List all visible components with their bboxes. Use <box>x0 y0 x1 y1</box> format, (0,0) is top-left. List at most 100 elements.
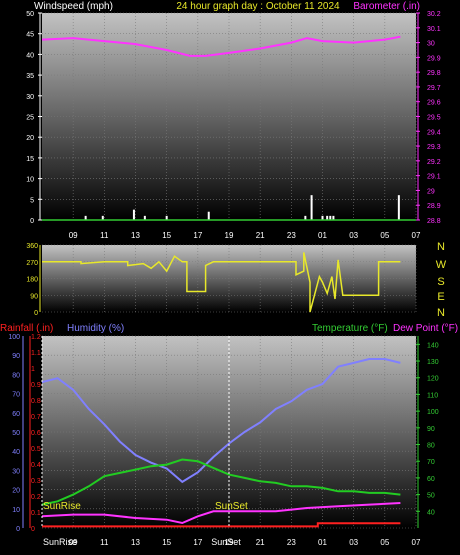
baro-tick-label: 29.2 <box>427 159 441 166</box>
x-tick-label: 17 <box>193 231 202 240</box>
x-tick-label: 19 <box>225 538 234 547</box>
x-tick-label: 13 <box>131 538 140 547</box>
temperature-tick-label: 120 <box>427 376 439 383</box>
x-tick-label: 11 <box>100 538 109 547</box>
wind-tick-label: 45 <box>26 32 34 39</box>
temperature-tick-label: 140 <box>427 342 439 349</box>
barometer-axis: 28.8 28.9 29 29.1 29.2 29.3 29.4 29.5 29.6 29.7 29… <box>416 11 441 225</box>
baro-tick-label: 30.1 <box>427 26 441 33</box>
x-tick-label: 09 <box>69 231 78 240</box>
windspeed-axis: 0 5 10 15 20 25 30 35 40 45 50 <box>26 11 42 225</box>
humidity-tick-label: 50 <box>12 430 20 437</box>
compass-s: S <box>437 276 444 288</box>
baro-tick-label: 29.4 <box>427 129 441 136</box>
x-tick-label: 01 <box>318 231 327 240</box>
baro-tick-label: 29.9 <box>427 55 441 62</box>
direction-tick-label: 0 <box>34 310 38 317</box>
x-tick-label: 15 <box>162 231 171 240</box>
baro-tick-label: 29.8 <box>427 70 441 77</box>
wind-tick-label: 20 <box>26 135 34 142</box>
chart-title: 24 hour graph day : October 11 2024 <box>176 1 340 12</box>
humidity-tick-label: 60 <box>12 411 20 418</box>
windspeed-title: Windspeed (mph) <box>34 1 113 12</box>
humidity-tick-label: 20 <box>12 488 20 495</box>
temperature-axis: 40 50 60 70 80 90 100 110 120 130 140 <box>416 336 439 528</box>
wind-bar <box>132 209 135 220</box>
x-tick-label: 01 <box>318 538 327 547</box>
baro-tick-label: 29.3 <box>427 144 441 151</box>
humidity-tick-label: 80 <box>12 372 20 379</box>
x-tick-label: 07 <box>412 231 421 240</box>
dewpoint-title: Dew Point (°F) <box>393 323 458 334</box>
wind-tick-label: 50 <box>26 11 34 18</box>
temperature-title: Temperature (°F) <box>312 323 388 334</box>
baro-tick-label: 29.1 <box>427 174 441 181</box>
rainfall-tick-label: 0.7 <box>31 414 41 421</box>
rainfall-tick-label: 0.9 <box>31 382 41 389</box>
humidity-tick-label: 40 <box>12 449 20 456</box>
x-tick-label: 15 <box>162 538 171 547</box>
rainfall-tick-label: 1.2 <box>31 334 41 341</box>
x-tick-label: 21 <box>256 538 265 547</box>
wind-tick-label: 15 <box>26 156 34 163</box>
x-tick-label: 11 <box>100 231 109 240</box>
x-tick-label: 03 <box>349 538 358 547</box>
rainfall-tick-label: 0.2 <box>31 494 41 501</box>
baro-tick-label: 29.6 <box>427 100 441 107</box>
temperature-tick-label: 130 <box>427 359 439 366</box>
wind-bar <box>397 195 400 220</box>
humidity-tick-label: 10 <box>12 507 20 514</box>
rainfall-tick-label: 1.1 <box>31 350 41 357</box>
x-tick-label: 03 <box>349 231 358 240</box>
wind-tick-label: 35 <box>26 73 34 80</box>
humidity-tick-label: 30 <box>12 468 20 475</box>
direction-axis: 0 90 180 270 360 <box>26 243 41 317</box>
temperature-tick-label: 100 <box>427 409 439 416</box>
humidity-tick-label: 100 <box>8 334 20 341</box>
sunrise-label: SunRise <box>43 501 81 512</box>
x-tick-label: 17 <box>193 538 202 547</box>
rainfall-tick-label: 0.1 <box>31 510 41 517</box>
sunset-label: SunSet <box>215 501 248 512</box>
rainfall-tick-label: 0.8 <box>31 398 41 405</box>
humidity-tick-label: 0 <box>16 526 20 533</box>
compass-n2: N <box>437 307 445 319</box>
temperature-tick-label: 40 <box>427 509 435 516</box>
wind-tick-label: 30 <box>26 94 34 101</box>
humidity-tick-label: 70 <box>12 392 20 399</box>
x-tick-label: 21 <box>256 231 265 240</box>
panel-wind-direction: 0 90 180 270 360 N W S E N <box>26 241 446 319</box>
x-tick-label: 19 <box>225 231 234 240</box>
rainfall-tick-label: 0 <box>31 526 35 533</box>
x-tick-label: 13 <box>131 231 140 240</box>
x-tick-label: 05 <box>380 538 389 547</box>
barometer-title: Barometer (.in) <box>353 1 420 12</box>
wind-bar <box>207 211 210 220</box>
temperature-tick-label: 70 <box>427 459 435 466</box>
humidity-tick-label: 90 <box>12 353 20 360</box>
humidity-title: Humidity (%) <box>67 323 124 334</box>
direction-tick-label: 360 <box>26 243 38 250</box>
rainfall-tick-label: 0.3 <box>31 478 41 485</box>
baro-tick-label: 29 <box>427 188 435 195</box>
weather-graph: Windspeed (mph) 24 hour graph day : Octo… <box>0 1 458 547</box>
panel3-x-axis: SunRise SunSet 09 11 13 15 17 19 21 23 01 03 05 07 <box>43 537 421 547</box>
baro-tick-label: 30.2 <box>427 11 441 18</box>
panel-temp-humidity: 0102030405060708090100 00.10.20.30.40.50… <box>8 334 438 547</box>
wind-tick-label: 25 <box>26 115 34 122</box>
wind-bar <box>310 195 313 220</box>
x-tick-label: 07 <box>412 538 421 547</box>
compass-w: W <box>436 259 447 271</box>
temperature-tick-label: 90 <box>427 426 435 433</box>
temperature-tick-label: 80 <box>427 443 435 450</box>
wind-tick-label: 40 <box>26 52 34 59</box>
rainfall-tick-label: 0.6 <box>31 430 41 437</box>
temperature-tick-label: 60 <box>427 476 435 483</box>
direction-tick-label: 180 <box>26 277 38 284</box>
wind-tick-label: 10 <box>26 177 34 184</box>
rainfall-tick-label: 1 <box>31 366 35 373</box>
wind-tick-label: 5 <box>30 197 34 204</box>
x-tick-label: 05 <box>380 231 389 240</box>
rainfall-tick-label: 0.4 <box>31 462 41 469</box>
baro-tick-label: 29.7 <box>427 85 441 92</box>
